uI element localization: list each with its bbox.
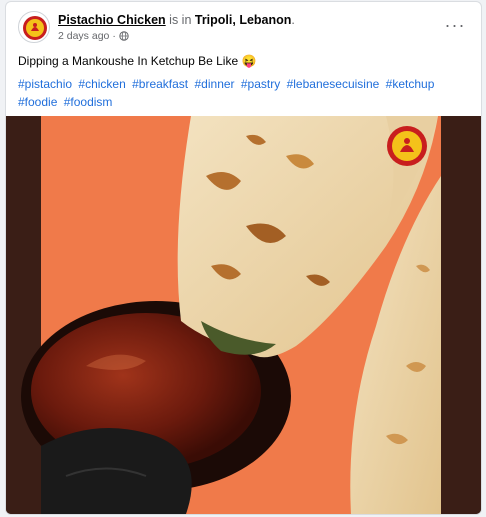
watermark-logo — [387, 126, 427, 166]
location-link[interactable]: Tripoli, Lebanon — [195, 13, 292, 27]
location-suffix: . — [291, 13, 295, 27]
page-avatar[interactable] — [18, 11, 50, 43]
hashtag-link[interactable]: #pastry — [241, 77, 280, 91]
hashtag-link[interactable]: #foodie — [18, 95, 57, 109]
globe-icon — [119, 31, 129, 41]
hashtag-list: #pistachio #chicken #breakfast #dinner #… — [18, 75, 467, 111]
is-in-text: is in — [165, 13, 195, 27]
post-card: Pistachio Chicken is in Tripoli, Lebanon… — [5, 1, 482, 515]
post-header: Pistachio Chicken is in Tripoli, Lebanon… — [18, 11, 469, 47]
hashtag-link[interactable]: #lebanesecuisine — [287, 77, 380, 91]
page-name-link[interactable]: Pistachio Chicken — [58, 13, 166, 27]
post-caption: Dipping a Mankoushe In Ketchup Be Like 😝 — [18, 54, 257, 68]
hashtag-link[interactable]: #breakfast — [132, 77, 188, 91]
more-options-button[interactable]: ··· — [441, 13, 469, 37]
food-photo — [6, 116, 481, 514]
post-meta: 2 days ago · — [58, 30, 129, 42]
author-line: Pistachio Chicken is in Tripoli, Lebanon… — [58, 13, 295, 27]
more-options-icon: ··· — [444, 14, 466, 35]
pistachio-chicken-logo-icon — [23, 16, 47, 40]
hashtag-link[interactable]: #foodism — [64, 95, 113, 109]
post-timestamp[interactable]: 2 days ago — [58, 30, 109, 42]
hashtag-link[interactable]: #ketchup — [386, 77, 435, 91]
hashtag-link[interactable]: #chicken — [78, 77, 125, 91]
meta-separator: · — [112, 30, 116, 42]
hashtag-link[interactable]: #pistachio — [18, 77, 72, 91]
post-photo[interactable] — [6, 116, 481, 514]
hashtag-link[interactable]: #dinner — [195, 77, 235, 91]
